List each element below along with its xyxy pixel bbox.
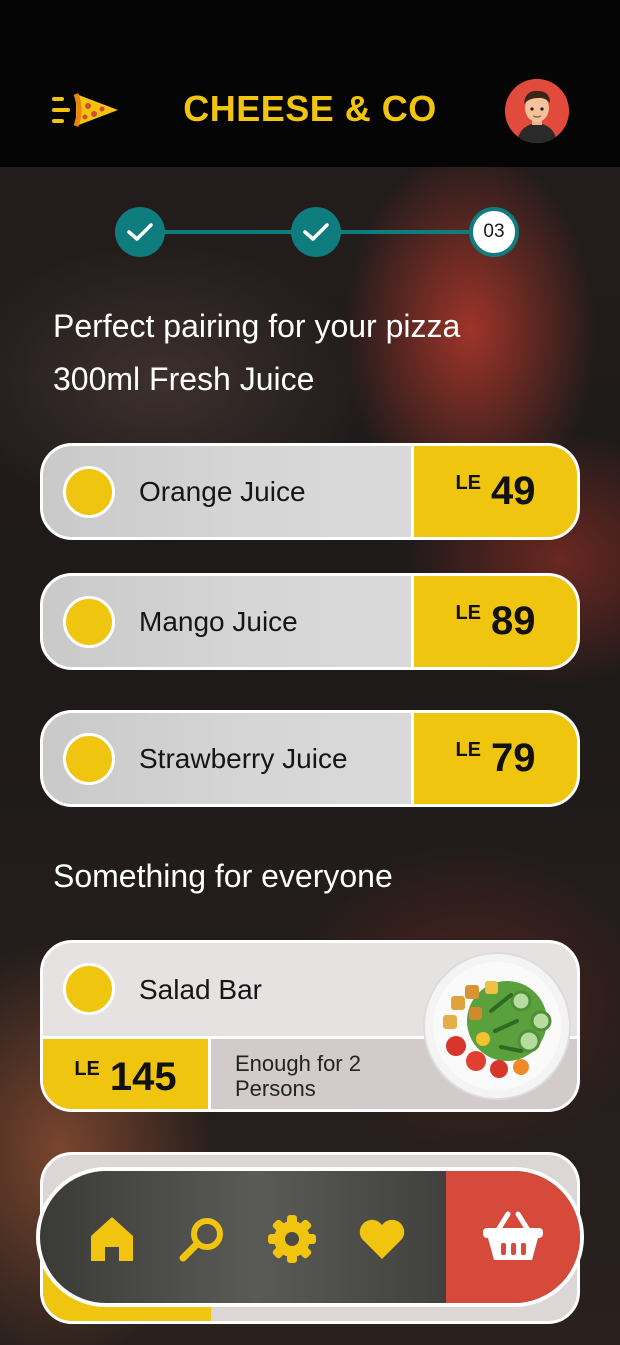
search-icon bbox=[179, 1218, 223, 1262]
currency-label: LE bbox=[455, 472, 482, 494]
juice-section-subtitle: 300ml Fresh Juice bbox=[53, 361, 315, 397]
check-icon bbox=[127, 223, 153, 241]
settings-icon bbox=[268, 1215, 316, 1263]
step-connector bbox=[316, 230, 494, 234]
juice-option-mango[interactable]: Mango Juice LE 89 bbox=[40, 573, 580, 670]
progress-stepper: 03 bbox=[0, 205, 620, 259]
step-2-done[interactable] bbox=[291, 207, 341, 257]
nav-settings[interactable] bbox=[264, 1211, 320, 1267]
heart-icon bbox=[359, 1219, 405, 1259]
avatar-icon bbox=[505, 79, 569, 143]
price-value: 49 bbox=[491, 469, 536, 513]
price-value: 145 bbox=[109, 1054, 177, 1099]
bottom-navigation bbox=[36, 1167, 584, 1307]
currency-label: LE bbox=[74, 1057, 100, 1080]
currency-label: LE bbox=[455, 602, 482, 624]
background bbox=[0, 0, 620, 1345]
price-value: 79 bbox=[491, 736, 536, 780]
step-3-current[interactable]: 03 bbox=[469, 207, 519, 257]
home-icon bbox=[91, 1217, 133, 1261]
serving-note: Enough for 2 Persons bbox=[235, 1051, 361, 1101]
sides-section-title: Something for everyone bbox=[53, 858, 393, 894]
price-value: 89 bbox=[491, 599, 536, 643]
nav-favorites[interactable] bbox=[354, 1211, 410, 1267]
price-tag: LE 89 bbox=[411, 576, 577, 667]
juice-section-title: Perfect pairing for your pizza bbox=[53, 308, 461, 344]
item-name: Salad Bar bbox=[139, 974, 262, 1005]
step-1-done[interactable] bbox=[115, 207, 165, 257]
nav-search[interactable] bbox=[174, 1211, 230, 1267]
app-header: CHEESE & CO bbox=[0, 0, 620, 167]
side-option-salad-bar[interactable]: Salad Bar LE 145 Enough for 2 Persons bbox=[40, 940, 580, 1112]
juice-option-strawberry[interactable]: Strawberry Juice LE 79 bbox=[40, 710, 580, 807]
check-icon bbox=[303, 223, 329, 241]
nav-home[interactable] bbox=[84, 1211, 140, 1267]
item-name: Orange Juice bbox=[139, 476, 306, 507]
user-avatar[interactable] bbox=[505, 79, 569, 143]
basket-icon bbox=[483, 1211, 543, 1260]
item-name: Mango Juice bbox=[139, 606, 298, 637]
price-tag: LE 145 bbox=[43, 1039, 211, 1109]
juice-option-orange[interactable]: Orange Juice LE 49 bbox=[40, 443, 580, 540]
radio-button[interactable] bbox=[63, 963, 115, 1015]
salad-bowl-image bbox=[423, 952, 571, 1100]
price-tag: LE 79 bbox=[411, 713, 577, 804]
radio-button[interactable] bbox=[63, 596, 115, 648]
radio-button[interactable] bbox=[63, 466, 115, 518]
cart-button[interactable] bbox=[446, 1171, 580, 1303]
item-name: Strawberry Juice bbox=[139, 743, 348, 774]
radio-button[interactable] bbox=[63, 733, 115, 785]
price-tag: LE 49 bbox=[411, 446, 577, 537]
currency-label: LE bbox=[455, 739, 482, 761]
